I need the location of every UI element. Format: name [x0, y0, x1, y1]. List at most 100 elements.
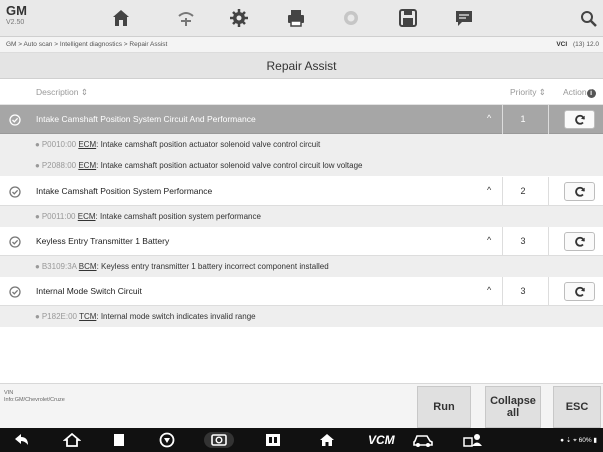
system-title: Intake Camshaft Position System Performa… [36, 186, 213, 196]
title-bar: Repair Assist [0, 53, 603, 79]
refresh-icon [575, 114, 585, 125]
column-divider [548, 105, 549, 134]
refresh-icon [575, 236, 585, 247]
vehicle-swap-icon[interactable] [175, 8, 197, 28]
save-icon[interactable] [397, 8, 419, 28]
priority-value: 1 [520, 114, 526, 124]
dtc-code: P182E:00 [41, 312, 77, 321]
esc-button[interactable]: ESC [553, 386, 601, 428]
dtc-entry: ● P0010:00 ECM: Intake camshaft position … [35, 140, 320, 149]
dtc-entry: ● B3109:3A BCM: Keyless entry transmitter… [35, 262, 329, 271]
bottom-bar: VIN Info:GM/Chevrolet/Cruze Run Collapse… [0, 383, 603, 428]
dtc-row: ● P0010:00 ECM: Intake camshaft position … [0, 134, 603, 155]
priority-column-header[interactable]: Priority ⇕ [510, 87, 546, 98]
browser-icon[interactable] [158, 432, 176, 448]
dtc-row: ● P2088:00 ECM: Intake camshaft position … [0, 155, 603, 176]
priority-value: 2 [520, 186, 526, 196]
checkmark-icon[interactable] [9, 235, 21, 248]
run-button[interactable]: Run [417, 386, 471, 428]
info-icon[interactable]: i [586, 89, 596, 98]
camera-icon[interactable] [204, 432, 234, 448]
collapse-chevron-icon[interactable]: ^ [487, 285, 491, 295]
column-divider [548, 277, 549, 306]
module-link[interactable]: TCM [79, 312, 96, 321]
refresh-icon [575, 186, 585, 197]
system-row[interactable]: Intake Camshaft Position System Circuit … [0, 105, 603, 134]
recent-apps-icon[interactable] [110, 432, 128, 448]
dtc-description: : Intake camshaft position actuator sole… [96, 140, 321, 149]
system-row[interactable]: Keyless Entry Transmitter 1 Battery ^ 3 [0, 227, 603, 256]
checkmark-icon[interactable] [9, 185, 21, 198]
module-link[interactable]: ECM [78, 212, 96, 221]
dtc-code: P0011:00 [41, 212, 76, 221]
app-name: GM [6, 3, 27, 18]
vehicle-info-text: Info:GM/Chevrolet/Cruze [4, 397, 65, 403]
dtc-entry: ● P0011:00 ECM: Intake camshaft position … [35, 212, 261, 221]
collapse-chevron-icon[interactable]: ^ [487, 185, 491, 195]
bullet: ● [35, 161, 40, 170]
run-action-button[interactable] [564, 282, 595, 301]
column-divider [502, 277, 503, 306]
column-divider [548, 177, 549, 206]
dtc-code: P0010:00 [41, 140, 77, 149]
page-title: Repair Assist [266, 59, 337, 73]
action-header-label: Action [563, 87, 587, 97]
run-action-button[interactable] [564, 182, 595, 201]
column-divider [502, 177, 503, 206]
bullet: ● [35, 262, 40, 271]
system-nav-bar: VCM ● ⇣ ⌖ 60% ▮ [0, 428, 603, 452]
back-icon[interactable] [13, 432, 31, 448]
collapse-chevron-icon[interactable]: ^ [487, 113, 491, 123]
column-divider [502, 227, 503, 256]
maxisys-home-icon[interactable] [318, 432, 336, 448]
print-icon[interactable] [285, 8, 307, 28]
dtc-row: ● P0011:00 ECM: Intake camshaft position … [0, 206, 603, 227]
module-link[interactable]: BCM [79, 262, 97, 271]
column-header: Description ⇕ Priority ⇕ Action i [0, 79, 603, 105]
vin-label: VIN [4, 390, 14, 396]
vcm-shortcut[interactable]: VCM [368, 433, 395, 447]
column-divider [502, 105, 503, 134]
collapse-chevron-icon[interactable]: ^ [487, 235, 491, 245]
car-icon[interactable] [412, 432, 434, 448]
dtc-entry: ● P2088:00 ECM: Intake camshaft position … [35, 161, 362, 170]
android-home-icon[interactable] [62, 432, 82, 448]
dtc-description: : Intake camshaft position actuator sole… [96, 161, 363, 170]
screen-record-icon[interactable] [264, 432, 282, 448]
description-column-header[interactable]: Description ⇕ [36, 87, 88, 98]
settings-gear-icon[interactable] [228, 8, 250, 28]
vci-indicator: VCI [556, 41, 568, 48]
run-action-button[interactable] [564, 232, 595, 251]
column-divider [548, 227, 549, 256]
bullet: ● [35, 312, 40, 321]
home-icon[interactable] [110, 8, 132, 28]
dtc-description: : Intake camshaft position system perfor… [95, 212, 261, 221]
system-row[interactable]: Internal Mode Switch Circuit ^ 3 [0, 277, 603, 306]
system-title: Intake Camshaft Position System Circuit … [36, 114, 256, 124]
priority-value: 3 [520, 236, 526, 246]
remote-support-icon[interactable] [462, 432, 484, 448]
connection-status: VCI (13) 12.0 [556, 41, 599, 48]
app-root: GM V2.50 GM > Auto scan > Intelligent di… [0, 0, 603, 452]
module-link[interactable]: ECM [78, 140, 96, 149]
collapse-all-button[interactable]: Collapse all [485, 386, 541, 428]
module-link[interactable]: ECM [78, 161, 96, 170]
bullet: ● [35, 140, 40, 149]
search-icon[interactable] [578, 8, 600, 28]
system-row[interactable]: Intake Camshaft Position System Performa… [0, 177, 603, 206]
battery-voltage: (13) 12.0 [572, 41, 599, 48]
dtc-code: P2088:00 [41, 161, 77, 170]
refresh-icon [575, 286, 585, 297]
action-column-header: Action i [563, 87, 596, 98]
checkmark-icon[interactable] [9, 113, 21, 126]
status-tray: ● ⇣ ⌖ 60% ▮ [560, 437, 597, 444]
system-title: Keyless Entry Transmitter 1 Battery [36, 236, 170, 246]
battery-percent: 60% [578, 437, 592, 444]
breadcrumb: GM > Auto scan > Intelligent diagnostics… [6, 41, 168, 48]
run-action-button[interactable] [564, 110, 595, 129]
dtc-row: ● P182E:00 TCM: Internal mode switch indi… [0, 306, 603, 327]
message-icon[interactable] [453, 8, 475, 28]
dtc-row: ● B3109:3A BCM: Keyless entry transmitter… [0, 256, 603, 277]
app-version: V2.50 [6, 19, 25, 26]
checkmark-icon[interactable] [9, 285, 21, 298]
